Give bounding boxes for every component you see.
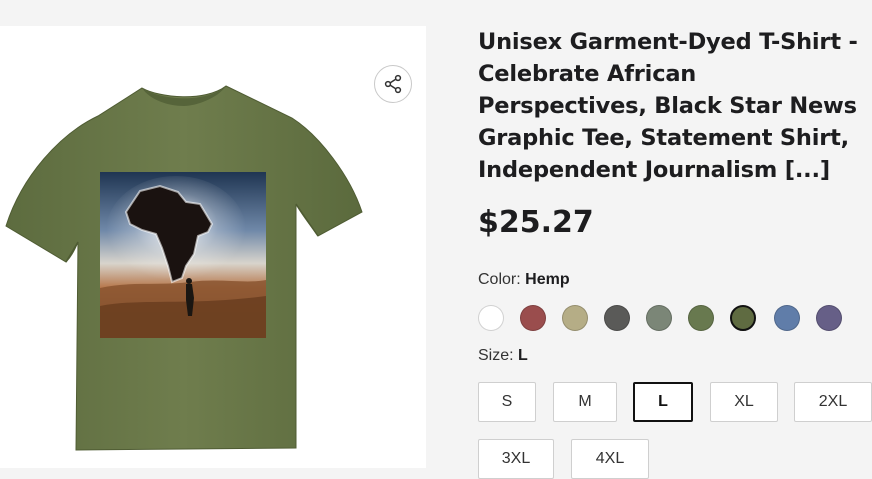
color-swatch-brick[interactable] bbox=[520, 305, 546, 331]
size-option-4xl[interactable]: 4XL bbox=[571, 439, 649, 479]
share-icon bbox=[384, 74, 402, 94]
share-button[interactable] bbox=[374, 65, 412, 103]
color-swatch-grape[interactable] bbox=[816, 305, 842, 331]
color-swatch-white[interactable] bbox=[478, 305, 504, 331]
product-title: Unisex Garment-Dyed T-Shirt - Celebrate … bbox=[478, 29, 858, 183]
color-swatch-pepper[interactable] bbox=[604, 305, 630, 331]
product-image bbox=[5, 85, 363, 451]
size-option-s[interactable]: S bbox=[478, 382, 536, 422]
size-option-2xl[interactable]: 2XL bbox=[794, 382, 872, 422]
color-swatch-moss-grey[interactable] bbox=[646, 305, 672, 331]
color-swatch-sage-green[interactable] bbox=[688, 305, 714, 331]
product-image-panel bbox=[0, 26, 426, 468]
size-option-l[interactable]: L bbox=[633, 382, 693, 422]
size-option-xl[interactable]: XL bbox=[710, 382, 778, 422]
color-swatch-hemp[interactable] bbox=[730, 305, 756, 331]
graphic-print bbox=[100, 172, 266, 338]
color-label-text: Color: bbox=[478, 271, 521, 288]
selected-size: L bbox=[518, 347, 528, 364]
size-label-text: Size: bbox=[478, 347, 514, 364]
product-price: $25.27 bbox=[478, 205, 594, 240]
size-option-m[interactable]: M bbox=[553, 382, 617, 422]
color-label: Color: Hemp bbox=[478, 271, 570, 289]
selected-color: Hemp bbox=[525, 271, 570, 288]
color-swatch-ivory-khaki[interactable] bbox=[562, 305, 588, 331]
size-option-3xl[interactable]: 3XL bbox=[478, 439, 554, 479]
color-swatch-blue[interactable] bbox=[774, 305, 800, 331]
size-label: Size: L bbox=[478, 347, 528, 365]
